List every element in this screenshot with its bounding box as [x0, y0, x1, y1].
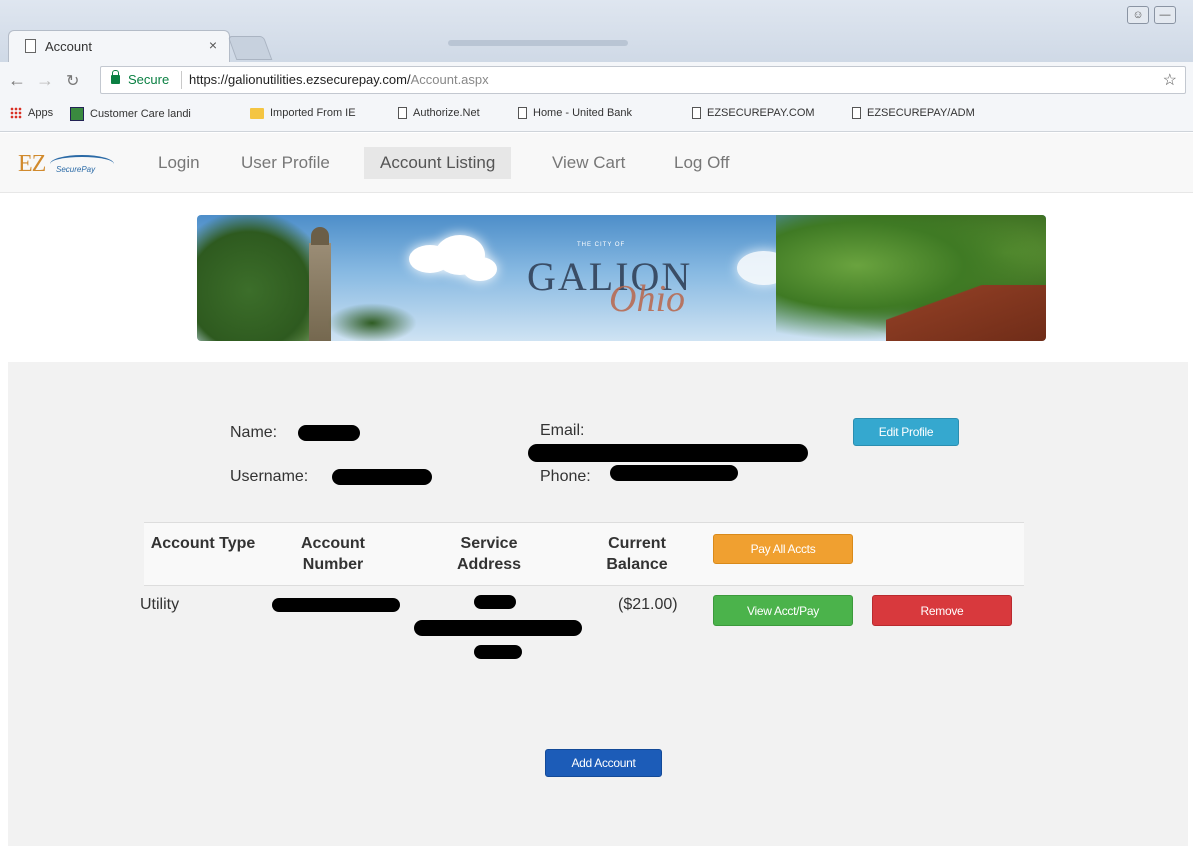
header-account-number: Account Number: [301, 535, 365, 573]
nav-account-listing[interactable]: Account Listing: [364, 147, 512, 179]
page-icon: [518, 107, 527, 119]
bookmark-united-bank[interactable]: Home - United Bank: [518, 107, 632, 119]
email-label: Email:: [540, 422, 585, 439]
banner-city-of: THE CITY OF: [577, 242, 626, 248]
bookmarks-bar: Apps Customer Care landi Imported From I…: [0, 98, 1193, 132]
account-type-cell: Utility: [140, 596, 180, 613]
green-square-icon: [70, 107, 84, 121]
ezsecurepay-logo[interactable]: EZ SecurePay: [18, 151, 118, 181]
bookmark-ezsecurepay[interactable]: EZSECUREPAY.COM: [692, 107, 815, 119]
header-service-address: Service Address: [456, 535, 522, 573]
url-path: Account.aspx: [410, 72, 489, 87]
remove-account-button[interactable]: Remove: [872, 595, 1012, 626]
redacted-account-number: [272, 598, 400, 612]
banner-roof: [886, 285, 1046, 341]
redacted-name: [298, 425, 360, 441]
minimize-icon[interactable]: —: [1154, 6, 1176, 24]
nav-view-cart[interactable]: View Cart: [536, 147, 641, 179]
tab-title: Account: [45, 39, 92, 54]
phone-label: Phone:: [540, 468, 591, 485]
url-text[interactable]: https://galionutilities.ezsecurepay.com/…: [189, 72, 489, 87]
bookmark-imported-from-ie[interactable]: Imported From IE: [250, 107, 356, 119]
browser-titlebar: Account × ☺ —: [0, 0, 1193, 62]
profile-icon[interactable]: ☺: [1127, 6, 1149, 24]
close-icon[interactable]: ×: [209, 37, 217, 53]
bookmark-label: Imported From IE: [270, 107, 356, 119]
bookmark-label: Home - United Bank: [533, 107, 633, 119]
name-label: Name:: [230, 424, 278, 441]
folder-icon: [250, 107, 264, 119]
browser-toolbar: ← → ↻ Secure https://galionutilities.ezs…: [0, 62, 1193, 98]
window-title-blur: [448, 40, 628, 46]
view-account-pay-button[interactable]: View Acct/Pay: [713, 595, 853, 626]
browser-tab[interactable]: Account ×: [8, 30, 230, 62]
bookmark-label: EZSECUREPAY.COM: [707, 107, 815, 119]
current-balance-cell: ($21.00): [618, 596, 678, 613]
bookmark-label: Authorize.Net: [413, 107, 480, 119]
logo-subtext: SecurePay: [56, 165, 96, 174]
header-account-type: Account Type: [150, 535, 256, 552]
forward-icon[interactable]: →: [36, 70, 54, 91]
bookmark-authorize-net[interactable]: Authorize.Net: [398, 107, 480, 119]
banner-state-name: Ohio: [609, 278, 685, 320]
bookmark-customer-care[interactable]: Customer Care landi: [70, 107, 191, 121]
redacted-address-line3: [474, 645, 522, 659]
header-current-balance: Current Balance: [606, 535, 668, 573]
page-icon: [25, 39, 36, 53]
nav-log-off[interactable]: Log Off: [658, 147, 745, 179]
url-main: https://galionutilities.ezsecurepay.com/: [189, 72, 411, 87]
redacted-username: [332, 469, 432, 485]
redacted-address-line1: [474, 595, 516, 609]
nav-login[interactable]: Login: [142, 147, 216, 179]
page-icon: [852, 107, 861, 119]
banner-trees-left: [197, 215, 327, 341]
bookmark-apps[interactable]: Apps: [10, 107, 53, 119]
accounts-table-header: Account Type Account Number Service Addr…: [144, 522, 1024, 586]
address-bar[interactable]: Secure https://galionutilities.ezsecurep…: [100, 66, 1186, 94]
pay-all-accounts-button[interactable]: Pay All Accts: [713, 534, 853, 564]
bookmark-star-icon[interactable]: ☆: [1163, 70, 1177, 90]
bookmark-label: Apps: [28, 107, 54, 119]
username-label: Username:: [230, 468, 309, 485]
banner-cloud: [463, 257, 497, 281]
page-icon: [692, 107, 701, 119]
secure-label: Secure: [128, 72, 170, 87]
reload-icon[interactable]: ↻: [66, 71, 79, 91]
redacted-email: [528, 444, 808, 462]
account-content: Name: Username: Email: Phone: Edit Profi…: [8, 362, 1188, 846]
redacted-address-line2: [414, 620, 582, 636]
site-navbar: EZ SecurePay Login User Profile Account …: [0, 133, 1193, 193]
city-banner: THE CITY OF GALION Ohio: [197, 215, 1046, 341]
edit-profile-button[interactable]: Edit Profile: [853, 418, 959, 446]
logo-text: EZ: [18, 151, 46, 177]
add-account-button[interactable]: Add Account: [545, 749, 662, 777]
redacted-phone: [610, 465, 738, 481]
back-icon[interactable]: ←: [8, 70, 26, 91]
url-separator: [181, 71, 182, 89]
bookmark-ezsecurepay-admin[interactable]: EZSECUREPAY/ADM: [852, 107, 975, 119]
page-icon: [398, 107, 407, 119]
apps-grid-icon: [10, 107, 22, 119]
lock-icon: [111, 70, 120, 84]
bookmark-label: Customer Care landi: [90, 108, 191, 120]
bookmark-label: EZSECUREPAY/ADM: [867, 107, 975, 119]
nav-user-profile[interactable]: User Profile: [225, 147, 346, 179]
banner-shrub: [327, 303, 417, 341]
new-tab-button[interactable]: [227, 36, 273, 60]
